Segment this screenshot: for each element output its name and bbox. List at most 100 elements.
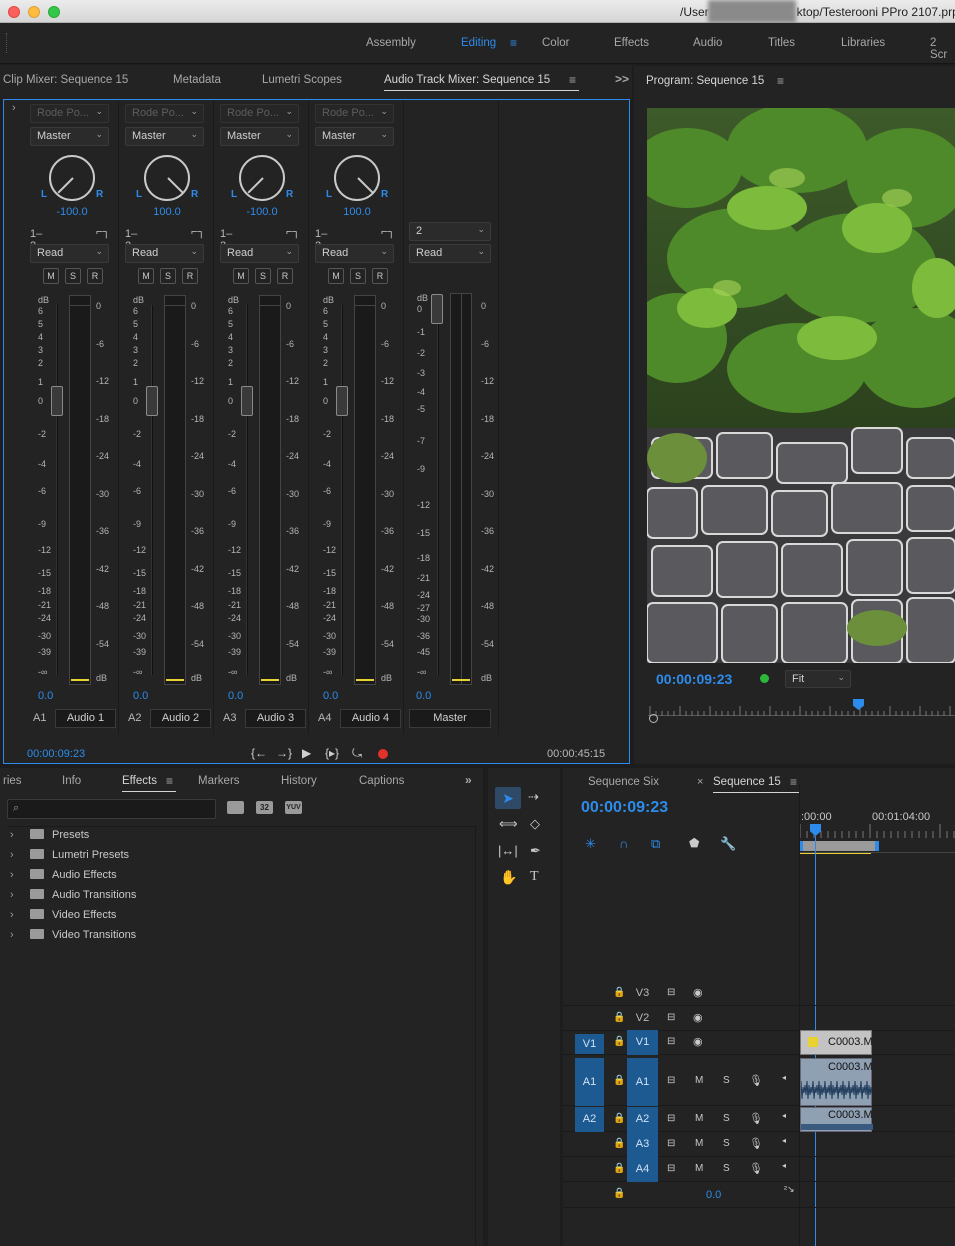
track-solo-button[interactable]: S <box>723 1075 730 1086</box>
close-window-button[interactable] <box>8 6 20 18</box>
output-select[interactable]: Master ⌄ <box>30 127 109 146</box>
voice-over-mic-icon[interactable]: 🎙 <box>749 1074 763 1087</box>
track-menu-arrow-icon[interactable]: ◂ <box>782 1161 786 1170</box>
track-menu-arrow-icon[interactable]: ◂ <box>782 1136 786 1145</box>
routing-icon[interactable]: ⌐┐ <box>286 226 300 238</box>
go-to-in-icon[interactable]: {← <box>251 746 267 760</box>
zoom-fit-dropdown[interactable]: Fit ⌄ <box>785 670 851 688</box>
track-name[interactable]: Audio 2 <box>150 709 211 728</box>
go-to-out-icon[interactable]: →} <box>276 746 292 760</box>
effects-folder-3[interactable]: › Audio Transitions <box>10 889 470 901</box>
sync-lock-icon[interactable]: ⊟ <box>667 1036 675 1047</box>
slip-tool-icon[interactable]: |↔| <box>498 843 518 858</box>
master-fader-handle[interactable] <box>431 294 443 324</box>
sync-lock-icon[interactable]: ⊟ <box>667 1012 675 1023</box>
volume-value[interactable]: 0.0 <box>38 690 53 702</box>
track-lock-icon[interactable]: 🔒 <box>613 1075 625 1086</box>
tab-captions[interactable]: Captions <box>359 775 404 787</box>
toggle-output-eye-icon[interactable]: ◉ <box>693 1011 703 1024</box>
audio-clip-a1[interactable]: C0003.M <box>800 1058 873 1106</box>
solo-button[interactable]: S <box>350 268 366 284</box>
accelerated-effects-filter-icon[interactable] <box>227 801 244 814</box>
solo-button[interactable]: S <box>65 268 81 284</box>
track-lock-icon[interactable]: 🔒 <box>613 1113 625 1124</box>
track-target-a2[interactable]: A2 <box>627 1107 658 1132</box>
source-patch-a2[interactable]: A2 <box>575 1107 604 1132</box>
pan-knob[interactable] <box>144 155 190 201</box>
track-lock-icon[interactable]: 🔒 <box>613 1163 625 1174</box>
volume-value[interactable]: 0.0 <box>323 690 338 702</box>
track-target-a3[interactable]: A3 <box>627 1132 658 1157</box>
volume-fader-handle[interactable] <box>51 386 63 416</box>
toggle-output-eye-icon[interactable]: ◉ <box>693 1035 703 1048</box>
record-enable-button[interactable]: R <box>372 268 388 284</box>
workspace-color[interactable]: Color <box>542 37 569 49</box>
track-mute-button[interactable]: M <box>695 1138 703 1149</box>
sync-lock-icon[interactable]: ⊟ <box>667 1113 675 1124</box>
track-solo-button[interactable]: S <box>723 1138 730 1149</box>
output-select[interactable]: Master ⌄ <box>220 127 299 146</box>
output-select[interactable]: Master ⌄ <box>125 127 204 146</box>
workspace-effects[interactable]: Effects <box>614 37 649 49</box>
track-select-tool-icon[interactable]: ⇢ <box>528 789 539 805</box>
zoom-window-button[interactable] <box>48 6 60 18</box>
pan-value[interactable]: 100.0 <box>127 206 207 218</box>
program-timecode[interactable]: 00:00:09:23 <box>656 671 732 687</box>
routing-icon[interactable]: ⌐┐ <box>191 226 205 238</box>
effects-folder-2[interactable]: › Audio Effects <box>10 869 470 881</box>
disclosure-chevron-icon[interactable]: › <box>10 909 14 921</box>
tab-sequence-six[interactable]: Sequence Six <box>588 776 659 788</box>
volume-value[interactable]: 0.0 <box>133 690 148 702</box>
32bit-filter-icon[interactable]: 32 <box>256 801 273 814</box>
program-ruler[interactable] <box>648 704 955 716</box>
input-select[interactable]: Rode Po... ⌄ <box>220 104 299 123</box>
automation-mode-select[interactable]: Read ⌄ <box>315 244 394 263</box>
timeline-menu-icon[interactable]: ≡ <box>790 775 797 789</box>
input-select[interactable]: Rode Po... ⌄ <box>315 104 394 123</box>
disclosure-chevron-icon[interactable]: › <box>10 849 14 861</box>
volume-fader-handle[interactable] <box>336 386 348 416</box>
master-volume[interactable]: 0.0 <box>706 1189 721 1201</box>
tab-clip-mixer[interactable]: Clip Mixer: Sequence 15 <box>3 74 128 86</box>
volume-fader-handle[interactable] <box>241 386 253 416</box>
track-target-v3[interactable]: V3 <box>627 981 658 1006</box>
master-lock-icon[interactable]: 🔒 <box>613 1188 625 1199</box>
workspace-audio[interactable]: Audio <box>693 37 722 49</box>
audio-clip-a2[interactable]: C0003.M <box>800 1107 873 1132</box>
workspace-assembly[interactable]: Assembly <box>366 37 416 49</box>
razor-tool-icon[interactable]: ◇ <box>530 816 540 832</box>
record-enable-button[interactable]: R <box>277 268 293 284</box>
toggle-output-eye-icon[interactable]: ◉ <box>693 986 703 999</box>
tab-metadata[interactable]: Metadata <box>173 74 221 86</box>
track-menu-arrow-icon[interactable]: ◂ <box>782 1073 786 1082</box>
sync-lock-icon[interactable]: ⊟ <box>667 1163 675 1174</box>
effects-search-input[interactable]: ⌕ <box>7 799 216 819</box>
hand-tool-icon[interactable]: ✋ <box>500 869 517 886</box>
track-name[interactable]: Audio 4 <box>340 709 401 728</box>
pan-value[interactable]: -100.0 <box>222 206 302 218</box>
timeline-timecode[interactable]: 00:00:09:23 <box>581 799 668 817</box>
loop-icon[interactable]: ⤿ <box>352 746 362 761</box>
effects-folder-0[interactable]: › Presets <box>10 829 470 841</box>
automation-mode-select[interactable]: Read ⌄ <box>125 244 204 263</box>
effects-folder-5[interactable]: › Video Transitions <box>10 929 470 941</box>
video-clip[interactable]: C0003.M <box>800 1030 873 1055</box>
workspace-editing[interactable]: Editing <box>461 37 496 49</box>
track-solo-button[interactable]: S <box>723 1113 730 1124</box>
voice-over-mic-icon[interactable]: 🎙 <box>749 1137 763 1150</box>
solo-button[interactable]: S <box>160 268 176 284</box>
volume-fader-handle[interactable] <box>146 386 158 416</box>
workspace-titles[interactable]: Titles <box>768 37 795 49</box>
master-automation-select[interactable]: Read ⌄ <box>409 244 491 263</box>
workspace-2scr[interactable]: 2 Scr <box>930 37 955 61</box>
track-solo-button[interactable]: S <box>723 1163 730 1174</box>
record-icon[interactable] <box>378 749 388 759</box>
add-marker-icon[interactable]: ⬟ <box>689 836 699 850</box>
mute-button[interactable]: M <box>233 268 249 284</box>
voice-over-mic-icon[interactable]: 🎙 <box>749 1162 763 1175</box>
tab-libraries[interactable]: ries <box>3 775 22 787</box>
snap-icon[interactable]: ∩ <box>619 836 628 851</box>
volume-value[interactable]: 0.0 <box>228 690 243 702</box>
track-target-v1[interactable]: V1 <box>627 1030 658 1055</box>
sync-lock-icon[interactable]: ⊟ <box>667 1138 675 1149</box>
